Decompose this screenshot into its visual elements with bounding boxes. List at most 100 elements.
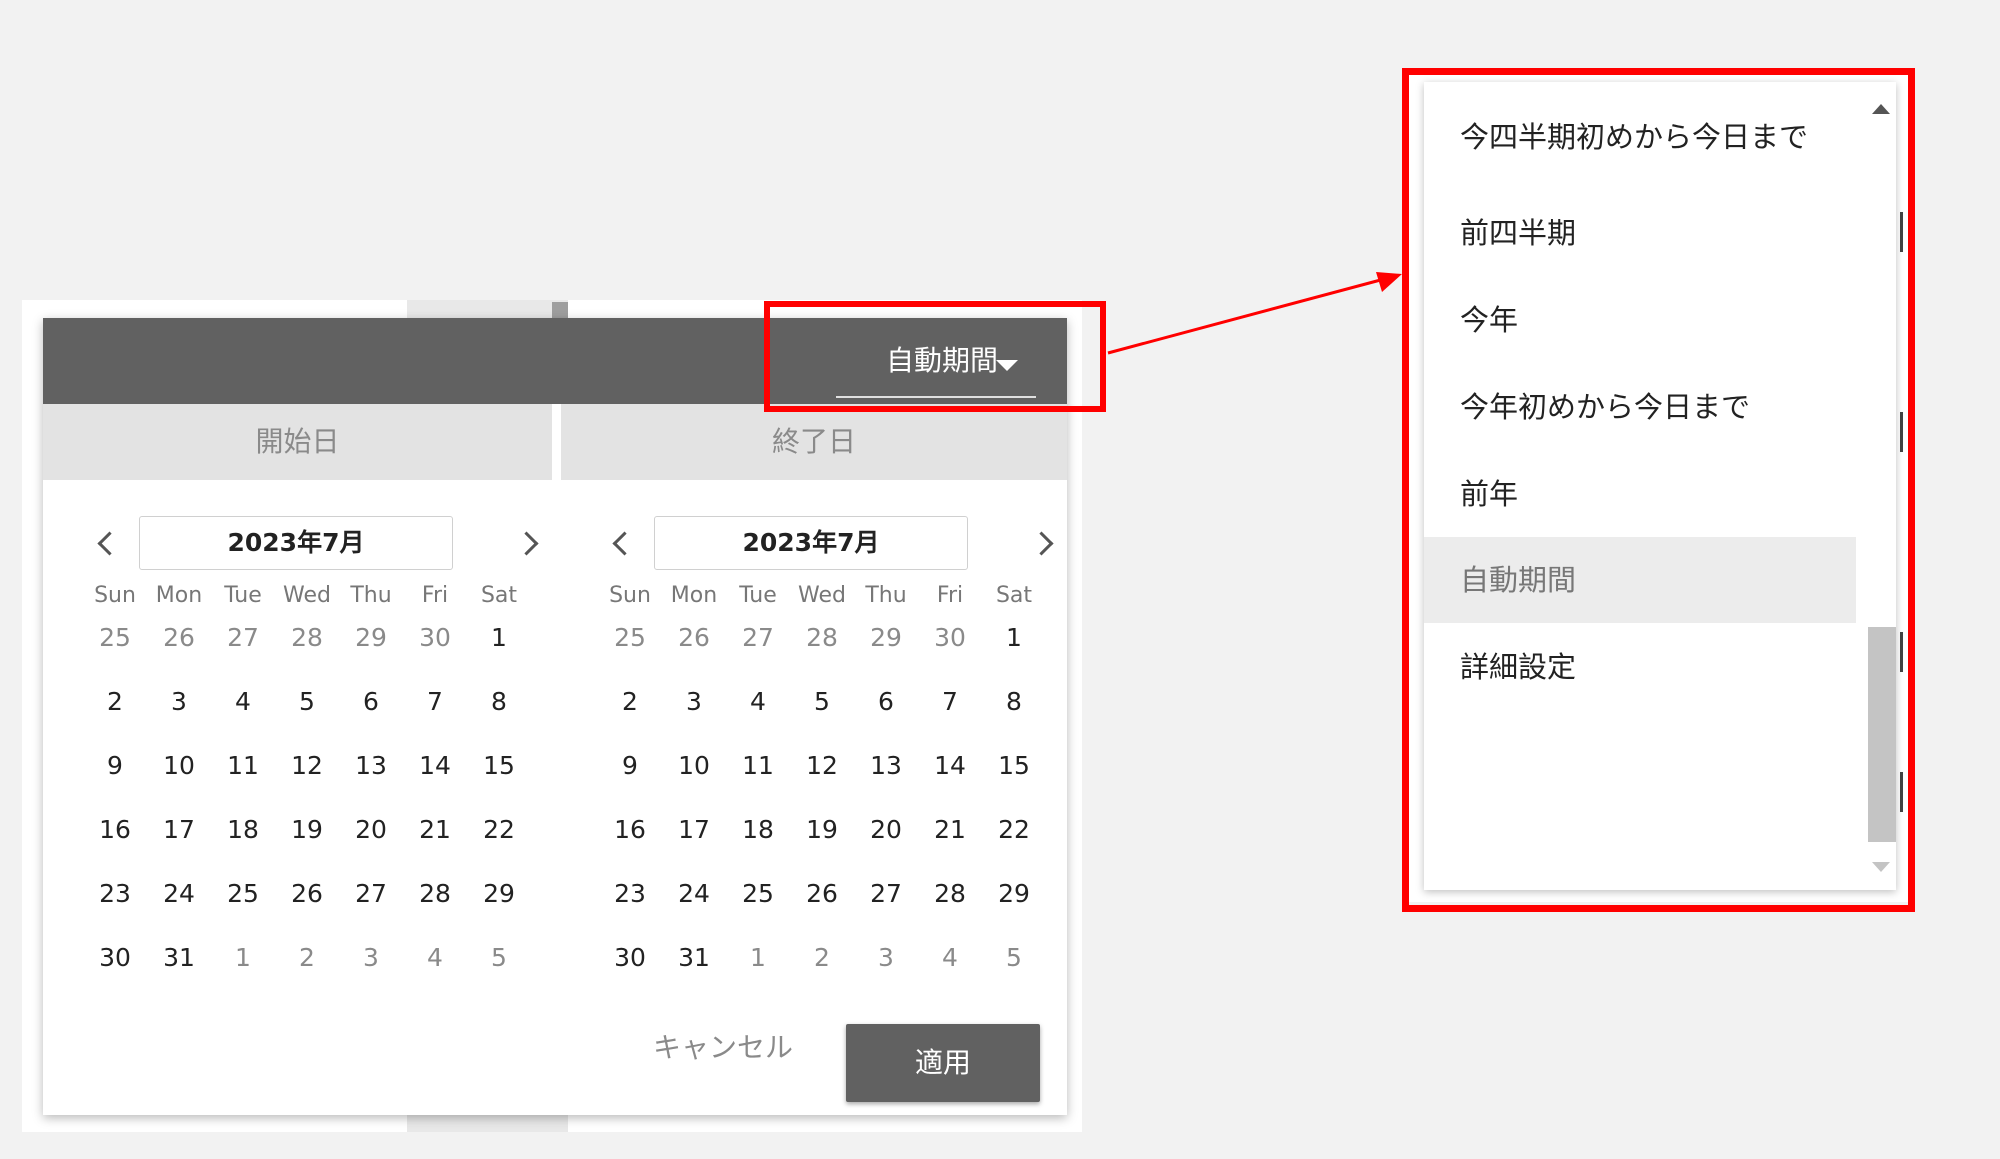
calendar-day[interactable]: 15 (982, 746, 1046, 786)
calendar-day[interactable]: 1 (982, 618, 1046, 658)
calendar-day[interactable]: 2 (790, 938, 854, 978)
calendar-day[interactable]: 30 (403, 618, 467, 658)
calendar-week-row: 2345678 (83, 682, 531, 722)
calendar-day[interactable]: 3 (339, 938, 403, 978)
calendar-day[interactable]: 24 (662, 874, 726, 914)
calendar-day[interactable]: 27 (339, 874, 403, 914)
calendar-day[interactable]: 14 (403, 746, 467, 786)
calendar-day[interactable]: 2 (275, 938, 339, 978)
calendar-day[interactable]: 8 (467, 682, 531, 722)
calendar-day[interactable]: 21 (918, 810, 982, 850)
calendar-day[interactable]: 24 (147, 874, 211, 914)
calendar-day[interactable]: 13 (854, 746, 918, 786)
calendar-day[interactable]: 3 (147, 682, 211, 722)
calendar-day[interactable]: 23 (598, 874, 662, 914)
calendar-day[interactable]: 12 (275, 746, 339, 786)
calendar-day[interactable]: 30 (598, 938, 662, 978)
calendar-day[interactable]: 4 (403, 938, 467, 978)
calendar-day[interactable]: 21 (403, 810, 467, 850)
chevron-left-icon[interactable] (91, 528, 121, 558)
calendar-day[interactable]: 28 (275, 618, 339, 658)
calendar-day[interactable]: 1 (211, 938, 275, 978)
calendar-day[interactable]: 29 (467, 874, 531, 914)
calendar-day[interactable]: 8 (982, 682, 1046, 722)
calendar-day[interactable]: 6 (854, 682, 918, 722)
calendar-day[interactable]: 26 (662, 618, 726, 658)
calendar-day[interactable]: 2 (598, 682, 662, 722)
calendar-day[interactable]: 16 (83, 810, 147, 850)
calendar-day[interactable]: 17 (662, 810, 726, 850)
calendar-day[interactable]: 18 (726, 810, 790, 850)
calendar-day[interactable]: 28 (403, 874, 467, 914)
calendar-day[interactable]: 13 (339, 746, 403, 786)
calendar-day[interactable]: 27 (854, 874, 918, 914)
calendar-day[interactable]: 26 (147, 618, 211, 658)
calendar-day[interactable]: 9 (598, 746, 662, 786)
calendar-day[interactable]: 1 (726, 938, 790, 978)
calendar-day[interactable]: 15 (467, 746, 531, 786)
calendar-day[interactable]: 4 (726, 682, 790, 722)
calendar-day[interactable]: 31 (147, 938, 211, 978)
calendar-day[interactable]: 22 (982, 810, 1046, 850)
chevron-right-icon[interactable] (515, 528, 545, 558)
calendar-day[interactable]: 29 (854, 618, 918, 658)
calendar-day[interactable]: 29 (339, 618, 403, 658)
calendar-day[interactable]: 10 (147, 746, 211, 786)
weekday-label: Sun (94, 583, 136, 608)
calendar-day[interactable]: 12 (790, 746, 854, 786)
calendar-day[interactable]: 29 (982, 874, 1046, 914)
calendar-day[interactable]: 5 (467, 938, 531, 978)
calendar-day[interactable]: 25 (83, 618, 147, 658)
start-month-calendar: 2023年7月 Sun Mon Tue Wed Thu Fri Sat 25 26 27 28 29… (83, 508, 543, 1028)
calendar-day[interactable]: 1 (467, 618, 531, 658)
calendar-day[interactable]: 17 (147, 810, 211, 850)
calendar-day[interactable]: 5 (275, 682, 339, 722)
calendar-day[interactable]: 3 (662, 682, 726, 722)
calendar-day[interactable]: 9 (83, 746, 147, 786)
calendar-day[interactable]: 3 (854, 938, 918, 978)
calendar-day[interactable]: 22 (467, 810, 531, 850)
calendar-day[interactable]: 4 (211, 682, 275, 722)
calendar-day[interactable]: 30 (83, 938, 147, 978)
calendar-day[interactable]: 2 (83, 682, 147, 722)
calendar-week-row: 23 24 25 26 27 28 29 (83, 874, 531, 914)
calendar-day[interactable]: 31 (662, 938, 726, 978)
calendar-day[interactable]: 11 (726, 746, 790, 786)
calendar-day[interactable]: 20 (854, 810, 918, 850)
start-month-selector[interactable]: 2023年7月 (139, 516, 453, 570)
calendar-day[interactable]: 5 (790, 682, 854, 722)
calendar-day[interactable]: 7 (403, 682, 467, 722)
calendar-week-row: 16 17 18 19 20 21 22 (83, 810, 531, 850)
calendar-day[interactable]: 4 (918, 938, 982, 978)
calendar-day[interactable]: 14 (918, 746, 982, 786)
calendar-day[interactable]: 26 (790, 874, 854, 914)
calendar-day[interactable]: 10 (662, 746, 726, 786)
calendar-week-row: 16 17 18 19 20 21 22 (598, 810, 1046, 850)
calendar-day[interactable]: 23 (83, 874, 147, 914)
calendar-day[interactable]: 19 (790, 810, 854, 850)
calendar-day[interactable]: 25 (598, 618, 662, 658)
calendar-day[interactable]: 6 (339, 682, 403, 722)
calendar-day[interactable]: 30 (918, 618, 982, 658)
calendar-day[interactable]: 20 (339, 810, 403, 850)
calendar-day[interactable]: 11 (211, 746, 275, 786)
chevron-right-icon[interactable] (1030, 528, 1060, 558)
calendar-day[interactable]: 5 (982, 938, 1046, 978)
calendar-day[interactable]: 19 (275, 810, 339, 850)
calendar-day[interactable]: 16 (598, 810, 662, 850)
calendar-day[interactable]: 28 (918, 874, 982, 914)
calendar-day[interactable]: 25 (726, 874, 790, 914)
calendar-day[interactable]: 18 (211, 810, 275, 850)
calendar-day[interactable]: 27 (211, 618, 275, 658)
chevron-left-icon[interactable] (606, 528, 636, 558)
calendar-day[interactable]: 25 (211, 874, 275, 914)
calendar-week-row: 9 10 11 12 13 14 15 (598, 746, 1046, 786)
calendar-day[interactable]: 26 (275, 874, 339, 914)
apply-button[interactable]: 適用 (846, 1024, 1040, 1102)
end-month-selector[interactable]: 2023年7月 (654, 516, 968, 570)
calendar-day[interactable]: 7 (918, 682, 982, 722)
weekday-label: Tue (739, 583, 777, 608)
calendar-day[interactable]: 27 (726, 618, 790, 658)
calendar-day[interactable]: 28 (790, 618, 854, 658)
cancel-button[interactable]: キャンセル (633, 1023, 813, 1073)
